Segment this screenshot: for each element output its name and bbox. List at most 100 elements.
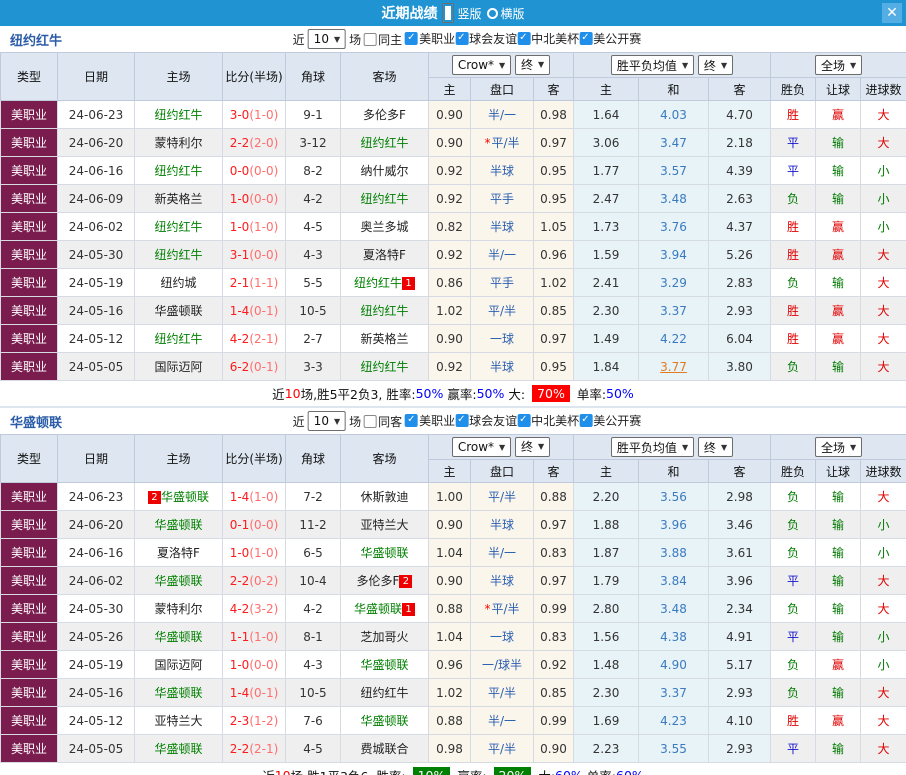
league-checkbox[interactable]: 中北美杯 — [517, 30, 579, 47]
checkbox-icon[interactable] — [517, 414, 530, 427]
checkbox-icon[interactable] — [455, 32, 468, 45]
checkbox-icon[interactable] — [579, 414, 592, 427]
cell-score: 1-0(0-0) — [223, 185, 286, 213]
section-header: 华盛顿联 近 10▼ 场 同客 美职业球会友谊中北美杯美公开赛 — [0, 408, 906, 434]
match-row[interactable]: 美职业24-06-232华盛顿联1-4(1-0)7-2休斯敦迪1.00平/半0.… — [1, 483, 906, 511]
cell-avg-away-odds: 4.10 — [709, 707, 771, 735]
match-row[interactable]: 美职业24-06-23纽约红牛3-0(1-0)9-1多伦多F0.90半/一0.9… — [1, 101, 906, 129]
match-row[interactable]: 美职业24-05-05华盛顿联2-2(2-1)4-5费城联合0.98平/半0.9… — [1, 735, 906, 763]
checkbox-icon[interactable] — [579, 32, 592, 45]
cell-result-handicap: 赢 — [816, 213, 861, 241]
bookmaker-select[interactable]: Crow*▼ — [452, 55, 511, 75]
summary-segment: 单率: — [573, 384, 606, 403]
odds-final-select[interactable]: 终▼ — [698, 55, 733, 75]
league-checkbox[interactable]: 球会友谊 — [455, 30, 517, 47]
checkbox-icon[interactable] — [405, 414, 418, 427]
team-title: 纽约红牛 — [10, 30, 62, 49]
layout-radio-horizontal[interactable]: 横版 — [487, 5, 525, 22]
cell-handicap-home-odds: 0.82 — [429, 213, 471, 241]
match-row[interactable]: 美职业24-05-05国际迈阿6-2(0-1)3-3纽约红牛0.92半球0.95… — [1, 353, 906, 381]
sub-header: 让球 — [816, 460, 861, 483]
match-row[interactable]: 美职业24-05-19纽约城2-1(1-1)5-5纽约红牛10.86平手1.02… — [1, 269, 906, 297]
summary-segment: 大: — [504, 384, 529, 403]
league-checkbox[interactable]: 球会友谊 — [455, 412, 517, 429]
cell-corners: 5-5 — [286, 269, 341, 297]
same-side-checkbox[interactable]: 同主 — [364, 31, 402, 48]
radio-selected-icon[interactable] — [442, 3, 454, 23]
match-count-select[interactable]: 10▼ — [308, 29, 346, 49]
odds-final-select[interactable]: 终▼ — [698, 437, 733, 457]
match-row[interactable]: 美职业24-05-26华盛顿联1-1(1-0)8-1芝加哥火1.04一球0.83… — [1, 623, 906, 651]
match-count-select[interactable]: 10▼ — [308, 411, 346, 431]
checkbox-icon[interactable] — [517, 32, 530, 45]
team-name: 国际迈阿 — [154, 658, 202, 672]
handicap-final-select[interactable]: 终▼ — [515, 55, 550, 75]
cell-date: 24-05-19 — [58, 651, 135, 679]
match-row[interactable]: 美职业24-06-02华盛顿联2-2(0-2)10-4多伦多F20.90半球0.… — [1, 567, 906, 595]
summary-segment: 10% — [413, 767, 451, 775]
summary-segment: 赢率: — [453, 766, 490, 775]
full-match-select[interactable]: 全场▼ — [815, 437, 862, 457]
league-checkbox[interactable]: 美职业 — [405, 30, 455, 47]
chevron-down-icon: ▼ — [538, 442, 544, 451]
cell-handicap-away-odds: 0.85 — [534, 297, 574, 325]
matches-body: 美职业24-06-232华盛顿联1-4(1-0)7-2休斯敦迪1.00平/半0.… — [1, 483, 906, 763]
match-row[interactable]: 美职业24-05-30纽约红牛3-1(0-0)4-3夏洛特F0.92半/一0.9… — [1, 241, 906, 269]
checkbox-icon[interactable] — [364, 33, 377, 46]
cell-avg-draw-odds: 4.90 — [639, 651, 709, 679]
close-button[interactable]: ✕ — [882, 3, 902, 23]
cell-avg-away-odds: 4.37 — [709, 213, 771, 241]
match-row[interactable]: 美职业24-05-19国际迈阿1-0(0-0)4-3华盛顿联0.96一/球半0.… — [1, 651, 906, 679]
layout-radio-vertical[interactable]: 竖版 — [442, 3, 481, 23]
match-row[interactable]: 美职业24-05-16华盛顿联1-4(0-1)10-5纽约红牛1.02平/半0.… — [1, 679, 906, 707]
matches-table: 类型 日期 主场 比分(半场) 角球 客场 Crow*▼ 终▼ 胜平负均值▼ 终… — [0, 434, 906, 763]
team-name: 纽约红牛 — [360, 136, 408, 150]
same-side-checkbox[interactable]: 同客 — [364, 413, 402, 430]
cell-result-goals: 大 — [861, 735, 906, 763]
radio-unselected-icon[interactable] — [487, 8, 498, 19]
handicap-final-select[interactable]: 终▼ — [515, 437, 550, 457]
cell-handicap-away-odds: 1.05 — [534, 213, 574, 241]
cell-result-handicap: 输 — [816, 623, 861, 651]
sub-header: 进球数 — [861, 78, 906, 101]
handicap-group-header: Crow*▼ 终▼ — [429, 435, 574, 460]
match-row[interactable]: 美职业24-05-30蒙特利尔4-2(3-2)4-2华盛顿联10.88*平/半0… — [1, 595, 906, 623]
cell-date: 24-06-20 — [58, 511, 135, 539]
league-checkbox[interactable]: 中北美杯 — [517, 412, 579, 429]
checkbox-icon[interactable] — [455, 414, 468, 427]
match-row[interactable]: 美职业24-06-02纽约红牛1-0(1-0)4-5奥兰多城0.82半球1.05… — [1, 213, 906, 241]
team-name: 华盛顿联 — [354, 602, 402, 616]
league-checkbox[interactable]: 美职业 — [405, 412, 455, 429]
cell-handicap-line: 平手 — [471, 185, 534, 213]
cell-away-team: 华盛顿联 — [341, 707, 429, 735]
cell-home-team: 纽约红牛 — [135, 101, 223, 129]
match-row[interactable]: 美职业24-05-12亚特兰大2-3(1-2)7-6华盛顿联0.88半/一0.9… — [1, 707, 906, 735]
matches-table: 类型 日期 主场 比分(半场) 角球 客场 Crow*▼ 终▼ 胜平负均值▼ 终… — [0, 52, 906, 381]
match-row[interactable]: 美职业24-06-20华盛顿联0-1(0-0)11-2亚特兰大0.90半球0.9… — [1, 511, 906, 539]
odds-avg-select[interactable]: 胜平负均值▼ — [611, 437, 694, 457]
team-name: 纽约红牛 — [154, 164, 202, 178]
league-checkbox[interactable]: 美公开赛 — [579, 30, 641, 47]
cell-corners: 6-5 — [286, 539, 341, 567]
cell-avg-home-odds: 2.80 — [574, 595, 639, 623]
match-row[interactable]: 美职业24-05-12纽约红牛4-2(2-1)2-7新英格兰0.90一球0.97… — [1, 325, 906, 353]
match-row[interactable]: 美职业24-06-16纽约红牛0-0(0-0)8-2纳什威尔0.92半球0.95… — [1, 157, 906, 185]
cell-date: 24-06-16 — [58, 157, 135, 185]
team-name: 纽约红牛 — [360, 686, 408, 700]
sub-header: 客 — [534, 460, 574, 483]
checkbox-icon[interactable] — [364, 415, 377, 428]
full-match-select[interactable]: 全场▼ — [815, 55, 862, 75]
cell-handicap-home-odds: 0.90 — [429, 511, 471, 539]
cell-avg-home-odds: 2.41 — [574, 269, 639, 297]
match-row[interactable]: 美职业24-06-09新英格兰1-0(0-0)4-2纽约红牛0.92平手0.95… — [1, 185, 906, 213]
cell-home-team: 华盛顿联 — [135, 567, 223, 595]
cell-away-team: 华盛顿联1 — [341, 595, 429, 623]
bookmaker-select[interactable]: Crow*▼ — [452, 437, 511, 457]
checkbox-icon[interactable] — [405, 32, 418, 45]
summary-segment: 60% — [555, 768, 583, 775]
league-checkbox[interactable]: 美公开赛 — [579, 412, 641, 429]
odds-avg-select[interactable]: 胜平负均值▼ — [611, 55, 694, 75]
match-row[interactable]: 美职业24-05-16华盛顿联1-4(0-1)10-5纽约红牛1.02平/半0.… — [1, 297, 906, 325]
match-row[interactable]: 美职业24-06-20蒙特利尔2-2(2-0)3-12纽约红牛0.90*平/半0… — [1, 129, 906, 157]
match-row[interactable]: 美职业24-06-16夏洛特F1-0(1-0)6-5华盛顿联1.04半/一0.8… — [1, 539, 906, 567]
